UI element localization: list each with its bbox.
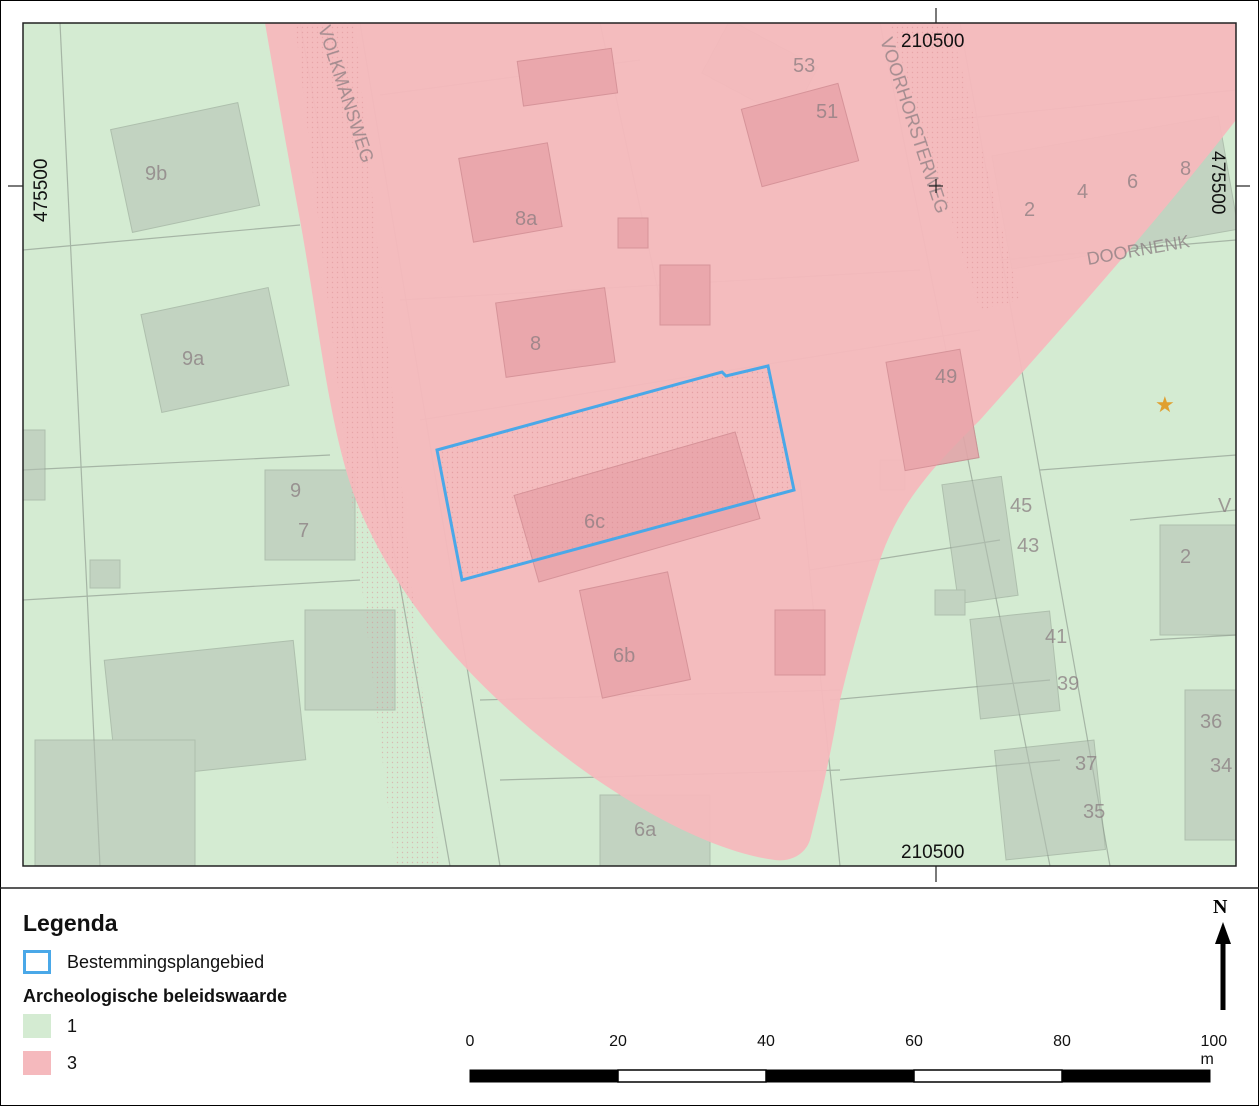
- scale-bar: [469, 922, 1231, 1083]
- north-label: N: [1213, 896, 1228, 918]
- north-arrow-icon: [1215, 922, 1231, 1010]
